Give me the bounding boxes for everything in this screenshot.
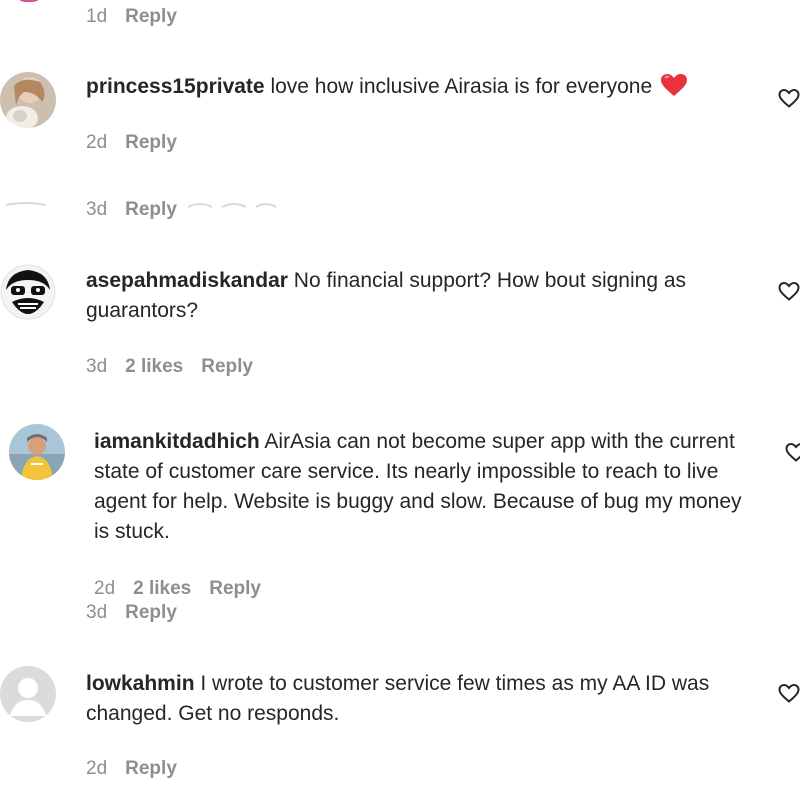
comment-time: 3d bbox=[86, 602, 108, 623]
comment-meta: 2d Reply bbox=[86, 758, 177, 780]
reply-button[interactable]: Reply bbox=[125, 132, 177, 154]
comment-time: 3d bbox=[86, 356, 108, 377]
comment-time: 2d bbox=[86, 132, 108, 153]
reply-button[interactable]: Reply bbox=[201, 356, 253, 378]
likes-count[interactable]: 2 likes bbox=[125, 356, 183, 378]
comment-meta: 2d 2 likes Reply bbox=[94, 578, 261, 600]
comment-username[interactable]: iamankitdadhich bbox=[94, 430, 260, 453]
comment-time: 3d bbox=[86, 199, 108, 220]
comment-username[interactable]: asepahmadiskandar bbox=[86, 269, 288, 292]
comment-username[interactable]: princess15private bbox=[86, 75, 265, 98]
comment-text: love how inclusive Airasia is for everyo… bbox=[270, 75, 653, 98]
comment-username[interactable]: lowkahmin bbox=[86, 672, 195, 695]
comment-meta: 2d Reply bbox=[86, 132, 177, 154]
comment-body: princess15private love how inclusive Air… bbox=[86, 72, 746, 106]
pink-avatar-edge bbox=[14, 0, 44, 2]
comment-time: 2d bbox=[86, 758, 108, 779]
comment-meta: 3d 2 likes Reply bbox=[86, 356, 253, 378]
comment-body: asepahmadiskandar No financial support? … bbox=[86, 266, 746, 326]
comment-time: 2d bbox=[94, 578, 116, 599]
reply-button[interactable]: Reply bbox=[125, 6, 177, 28]
like-heart-icon[interactable] bbox=[784, 440, 800, 464]
comment-meta: 3d Reply bbox=[86, 199, 177, 221]
reply-button[interactable]: Reply bbox=[125, 199, 177, 221]
avatar[interactable] bbox=[9, 424, 65, 480]
comment-meta-top: 1d Reply bbox=[86, 6, 177, 28]
comment-body: iamankitdadhich AirAsia can not become s… bbox=[94, 427, 754, 547]
reply-button[interactable]: Reply bbox=[125, 602, 177, 624]
reply-button[interactable]: Reply bbox=[125, 758, 177, 780]
comment-time: 1d bbox=[86, 6, 108, 27]
avatar[interactable] bbox=[0, 264, 56, 320]
avatar[interactable] bbox=[0, 72, 56, 128]
default-avatar-icon[interactable] bbox=[0, 666, 56, 722]
comment-body: lowkahmin I wrote to customer service fe… bbox=[86, 669, 746, 729]
like-heart-icon[interactable] bbox=[777, 681, 800, 705]
like-heart-icon[interactable] bbox=[777, 279, 800, 303]
like-heart-icon[interactable] bbox=[777, 86, 800, 110]
likes-count[interactable]: 2 likes bbox=[133, 578, 191, 600]
reply-button[interactable]: Reply bbox=[209, 578, 261, 600]
comment-meta: 3d Reply bbox=[86, 602, 177, 624]
heart-emoji-icon bbox=[660, 73, 688, 106]
